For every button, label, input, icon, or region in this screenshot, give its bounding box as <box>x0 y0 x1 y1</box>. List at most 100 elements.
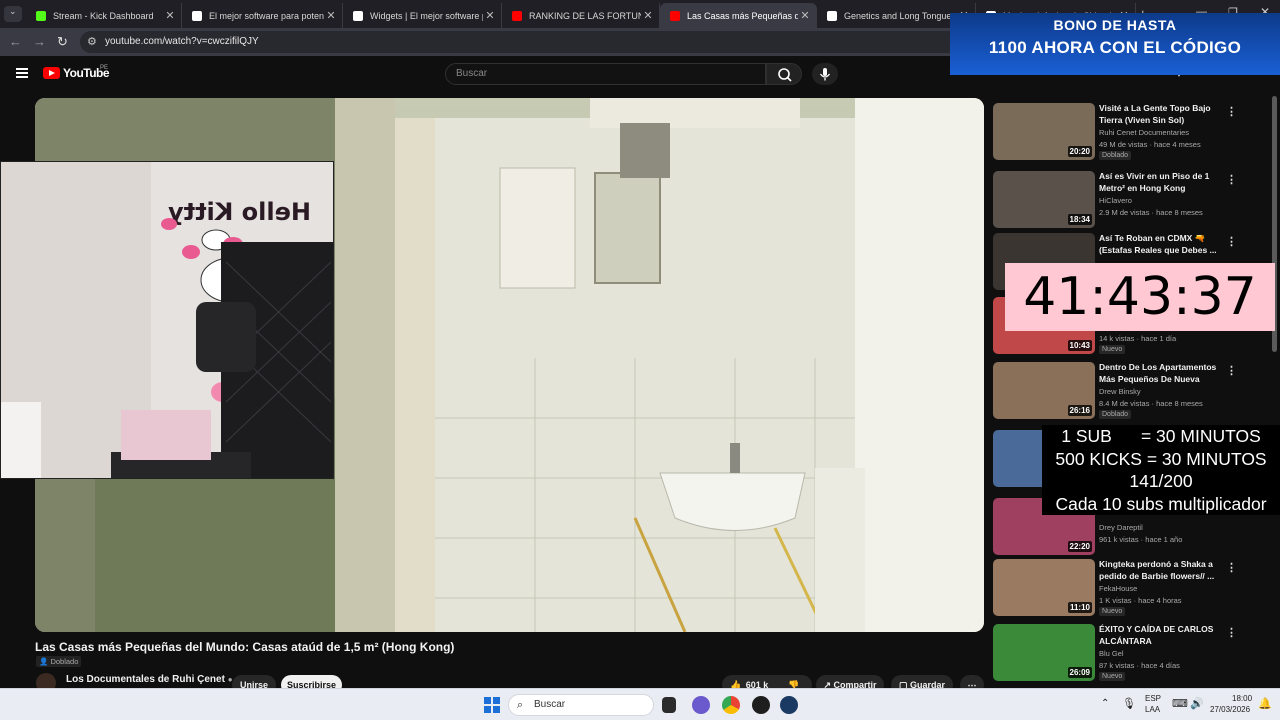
windows-start-icon[interactable] <box>484 697 500 713</box>
task-view-icon[interactable] <box>662 697 676 713</box>
video-badge: Doblado <box>1099 410 1132 419</box>
recommended-video[interactable]: 20:20 Visité a La Gente Topo Bajo Tierra … <box>993 103 1263 161</box>
search-icon: ⌕ <box>517 699 524 711</box>
video-badge: Nuevo <box>1099 345 1126 354</box>
chrome-icon[interactable] <box>722 696 740 714</box>
search-button[interactable] <box>766 63 802 85</box>
bonus-banner: BONO DE HASTA 1100 AHORA CON EL CÓDIGO <box>950 13 1280 75</box>
browser-tab[interactable]: Las Casas más Pequeñas de...✕ <box>660 3 817 28</box>
back-icon[interactable]: ← <box>9 34 22 49</box>
browser-tab[interactable]: RANKING DE LAS FORTUNAS D...✕ <box>502 3 660 28</box>
tab-favicon-icon <box>827 10 837 21</box>
clock-date[interactable]: 27/03/2026 <box>1210 705 1250 714</box>
video-meta: 49 M de vistas · hace 4 meses <box>1099 140 1201 149</box>
reload-icon[interactable]: ↻ <box>57 34 68 50</box>
url-text: youtube.com/watch?v=cwczifilQJY <box>105 36 259 47</box>
search-input[interactable]: Buscar <box>445 63 766 85</box>
video-duration: 10:43 <box>1067 340 1092 351</box>
language-code[interactable]: ESP <box>1145 694 1161 703</box>
forward-icon[interactable]: → <box>33 34 46 49</box>
rule-line: 141/200 <box>1129 471 1193 491</box>
more-options-icon[interactable]: ⋮ <box>1226 561 1237 574</box>
more-options-icon[interactable]: ⋮ <box>1226 105 1237 118</box>
tray-chevron-icon[interactable]: ⌃ <box>1101 698 1109 709</box>
video-badge: Nuevo <box>1099 607 1126 616</box>
webcam-frame: Hello Kitty <box>1 162 333 478</box>
discord-icon[interactable] <box>692 696 710 714</box>
tab-close-icon[interactable]: ✕ <box>641 9 655 22</box>
browser-tab[interactable]: El mejor software para potenci...✕ <box>182 3 343 28</box>
video-title: Kingteka perdonó a Shaka a pedido de Bar… <box>1099 559 1215 581</box>
bonus-line-1: BONO DE HASTA <box>1053 17 1177 33</box>
video-duration: 26:16 <box>1067 405 1092 416</box>
video-duration: 18:34 <box>1067 214 1092 225</box>
dubbed-icon: 👤 <box>39 657 49 666</box>
bonus-line-2: 1100 AHORA CON EL CÓDIGO <box>988 38 1242 57</box>
site-info-icon[interactable]: ⚙ <box>87 31 97 53</box>
chevron-down-icon: ⌄ <box>9 6 17 16</box>
video-badge: Nuevo <box>1099 672 1126 681</box>
video-meta: 87 k vistas · hace 4 días <box>1099 661 1180 670</box>
video-duration: 26:09 <box>1067 667 1092 678</box>
tab-favicon-icon <box>192 10 202 21</box>
hamburger-menu-icon[interactable] <box>16 68 28 78</box>
channel-name: HiClavero <box>1099 196 1132 205</box>
steam-icon[interactable] <box>780 696 798 714</box>
video-thumbnail[interactable]: 18:34 <box>993 171 1095 228</box>
browser-tab[interactable]: Stream - Kick Dashboard ✕ <box>26 3 182 28</box>
recommended-video[interactable]: 26:16 Dentro De Los Apartamentos Más Pequ… <box>993 362 1263 420</box>
recommended-video[interactable]: 18:34 Así es Vivir en un Piso de 1 Metro²… <box>993 171 1263 229</box>
video-thumbnail[interactable]: 26:16 <box>993 362 1095 419</box>
video-badge: Doblado <box>1099 151 1132 160</box>
microphone-tray-icon[interactable]: 🎙 <box>1122 697 1136 710</box>
taskbar-search-input[interactable]: ⌕ Buscar <box>508 694 654 716</box>
video-thumbnail[interactable]: 26:09 <box>993 624 1095 681</box>
tab-favicon-icon <box>670 10 680 21</box>
video-thumbnail[interactable]: 20:20 <box>993 103 1095 160</box>
tab-title: Las Casas más Pequeñas de... <box>687 10 798 21</box>
tab-favicon-icon <box>353 10 363 21</box>
rule-line: 500 KICKS = 30 MINUTOS <box>1055 448 1267 469</box>
dubbed-badge: 👤 Doblado <box>36 656 82 667</box>
tab-favicon-icon <box>36 10 46 21</box>
rule-line: 1 SUB = 30 MINUTOS <box>1061 426 1261 446</box>
video-title: ÉXITO Y CAÍDA DE CARLOS ALCÁNTARA <box>1099 624 1214 646</box>
tab-close-icon[interactable]: ✕ <box>324 9 338 22</box>
windows-taskbar: ⌕ Buscar ⌃ 🎙 ESP LAA ⌨ 🔊 18:00 27/03/202… <box>0 688 1280 720</box>
more-options-icon[interactable]: ⋮ <box>1226 235 1237 248</box>
more-options-icon[interactable]: ⋮ <box>1226 364 1237 377</box>
volume-icon[interactable]: 🔊 <box>1190 697 1204 710</box>
channel-name[interactable]: Los Documentales de Ruhi Çenet ● <box>66 674 233 685</box>
video-title: Las Casas más Pequeñas del Mundo: Casas … <box>35 640 455 654</box>
video-thumbnail[interactable]: 11:10 <box>993 559 1095 616</box>
more-options-icon[interactable]: ⋮ <box>1226 626 1237 639</box>
voice-search-button[interactable] <box>812 63 838 85</box>
video-title: Dentro De Los Apartamentos Más Pequeños … <box>1099 362 1217 386</box>
network-icon[interactable]: ⌨ <box>1172 697 1188 710</box>
recommended-video[interactable]: 11:10 Kingteka perdonó a Shaka a pedido d… <box>993 559 1263 617</box>
tab-title: El mejor software para potenci... <box>209 10 324 21</box>
tab-close-icon[interactable]: ✕ <box>798 9 812 22</box>
channel-name: Drey Dareptil <box>1099 523 1143 532</box>
search-icon <box>778 68 792 82</box>
more-options-icon[interactable]: ⋮ <box>1226 173 1237 186</box>
video-duration: 20:20 <box>1067 146 1092 157</box>
tab-title: RANKING DE LAS FORTUNAS D... <box>529 10 641 21</box>
browser-tab[interactable]: Widgets | El mejor software pa...✕ <box>343 3 502 28</box>
clock-time[interactable]: 18:00 <box>1232 694 1252 703</box>
microphone-icon <box>819 68 831 81</box>
video-meta: 2.9 M de vistas · hace 8 meses <box>1099 208 1203 217</box>
channel-name-text: Los Documentales de Ruhi Çenet <box>66 674 225 685</box>
recommended-video[interactable]: 26:09 ÉXITO Y CAÍDA DE CARLOS ALCÁNTARA Bl… <box>993 624 1263 682</box>
channel-name: Drew Binsky <box>1099 387 1141 396</box>
notification-icon[interactable]: 🔔 <box>1258 697 1272 710</box>
channel-name: Ruhi Cenet Documentaries <box>1099 128 1190 137</box>
tab-close-icon[interactable]: ✕ <box>163 9 177 22</box>
region-code[interactable]: LAA <box>1145 705 1160 714</box>
channel-name: Blu Gel <box>1099 649 1124 658</box>
obs-icon[interactable] <box>752 696 770 714</box>
tab-list-button[interactable]: ⌄ <box>4 6 22 22</box>
video-title: Visité a La Gente Topo Bajo Tierra (Vive… <box>1099 103 1211 125</box>
video-meta: 14 k vistas · hace 1 día <box>1099 334 1177 343</box>
tab-close-icon[interactable]: ✕ <box>483 9 497 22</box>
